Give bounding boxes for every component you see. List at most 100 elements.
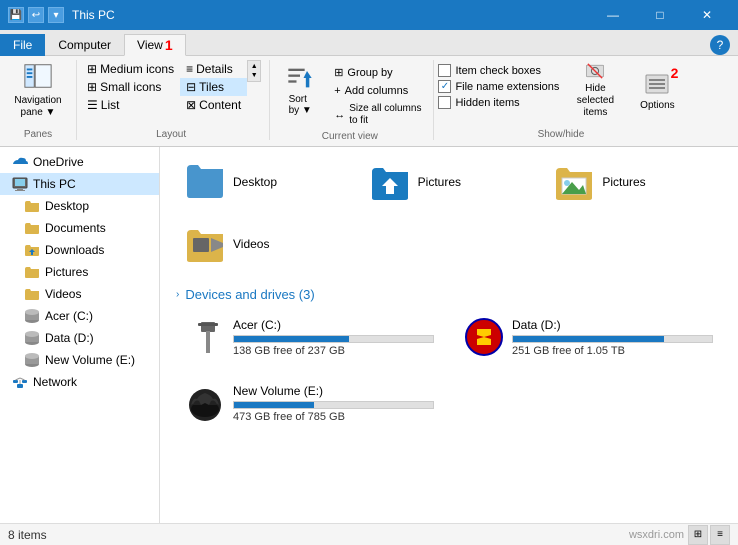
desktop-file-icon xyxy=(185,162,225,202)
file-item-videos[interactable]: Videos xyxy=(176,217,353,271)
close-button[interactable]: ✕ xyxy=(684,0,730,30)
tile-view-button[interactable]: ⊞ xyxy=(688,525,708,545)
nav-pane-icon xyxy=(22,61,54,91)
devices-drives-section-header[interactable]: › Devices and drives (3) xyxy=(176,287,722,302)
new-volume-e-icon xyxy=(185,383,225,423)
layout-list2: ≡ Details ⊟ Tiles ⊠ Content xyxy=(180,60,247,114)
size-columns-button[interactable]: ↔ Size all columnsto fit xyxy=(330,101,425,129)
list-view-button[interactable]: ≡ xyxy=(710,525,730,545)
drive-item-new-volume-e[interactable]: New Volume (E:) 473 GB free of 785 GB xyxy=(176,376,443,430)
sidebar-item-downloads[interactable]: Downloads xyxy=(0,239,159,261)
sidebar-item-documents[interactable]: Documents xyxy=(0,217,159,239)
new-volume-e-label: New Volume (E:) xyxy=(45,353,135,367)
options-button[interactable]: Options 2 xyxy=(631,60,683,120)
data-drive-icon xyxy=(24,330,40,346)
help-button[interactable]: ? xyxy=(710,35,730,55)
undo-icon[interactable]: ↩ xyxy=(28,7,44,23)
checkboxes-column: Item check boxes File name extensions Hi… xyxy=(438,64,559,109)
sort-by-button[interactable]: Sortby ▼ xyxy=(274,60,326,120)
sidebar-item-onedrive[interactable]: OneDrive xyxy=(0,151,159,173)
add-columns-icon: + xyxy=(334,85,340,97)
downloads-file-label: Pictures xyxy=(418,175,461,189)
acer-c-bar-fill xyxy=(234,336,349,342)
drive-item-data-d[interactable]: Data (D:) 251 GB free of 1.05 TB xyxy=(455,310,722,364)
acer-c-info: Acer (C:) 138 GB free of 237 GB xyxy=(233,318,434,357)
drive-item-acer-c[interactable]: Acer (C:) 138 GB free of 237 GB xyxy=(176,310,443,364)
tab-computer[interactable]: Computer xyxy=(45,34,124,56)
network-icon xyxy=(12,374,28,390)
new-volume-e-space: 473 GB free of 785 GB xyxy=(233,411,434,423)
sidebar-item-this-pc[interactable]: This PC xyxy=(0,173,159,195)
group-by-label: Group by xyxy=(347,67,392,79)
view-toggle-buttons: ⊞ ≡ xyxy=(688,525,730,545)
grid-icon: ⊞ xyxy=(87,62,97,76)
sidebar-item-acer-c[interactable]: Acer (C:) xyxy=(0,305,159,327)
tab-view-label: View xyxy=(137,38,163,52)
tab-file-label: File xyxy=(13,38,32,52)
item-check-boxes-toggle[interactable]: Item check boxes xyxy=(438,64,559,77)
down-arrow-icon[interactable]: ▾ xyxy=(48,7,64,23)
tiles-icon: ⊟ xyxy=(186,80,196,94)
sidebar-item-new-volume-e[interactable]: New Volume (E:) xyxy=(0,349,159,371)
layout-scroll-arrows[interactable]: ▲ ▼ xyxy=(247,60,261,82)
acer-c-label: Acer (C:) xyxy=(45,309,93,323)
data-d-name: Data (D:) xyxy=(512,318,713,332)
hidden-items-toggle[interactable]: Hidden items xyxy=(438,96,559,109)
tab-view-number: 1 xyxy=(165,37,173,53)
navigation-pane-button[interactable]: Navigationpane ▼ xyxy=(8,60,68,120)
details-icon: ≡ xyxy=(186,62,193,76)
maximize-button[interactable]: □ xyxy=(637,0,683,30)
layout-content[interactable]: ⊠ Content xyxy=(180,96,247,114)
sidebar-item-data-d[interactable]: Data (D:) xyxy=(0,327,159,349)
layout-details[interactable]: ≡ Details xyxy=(180,60,247,78)
sidebar-item-desktop[interactable]: Desktop xyxy=(0,195,159,217)
data-d-icon xyxy=(464,317,504,357)
new-volume-e-info: New Volume (E:) 473 GB free of 785 GB xyxy=(233,384,434,423)
acer-c-bar-bg xyxy=(233,335,434,343)
videos-folder-icon xyxy=(24,286,40,302)
sidebar-item-pictures[interactable]: Pictures xyxy=(0,261,159,283)
status-bar: 8 items wsxdri.com ⊞ ≡ xyxy=(0,523,738,545)
window-title: This PC xyxy=(72,8,590,22)
items-count: 8 items xyxy=(8,528,47,542)
acer-drive-icon xyxy=(24,308,40,324)
panes-group-label: Panes xyxy=(8,127,68,140)
sidebar-item-videos[interactable]: Videos xyxy=(0,283,159,305)
file-item-pictures[interactable]: Pictures xyxy=(545,155,722,209)
layout-tiles[interactable]: ⊟ Tiles xyxy=(180,78,247,96)
new-volume-e-bar-fill xyxy=(234,402,314,408)
panes-content: Navigationpane ▼ xyxy=(8,60,68,120)
minimize-button[interactable]: — xyxy=(590,0,636,30)
tab-file[interactable]: File xyxy=(0,34,45,56)
layout-list[interactable]: ☰ List xyxy=(81,96,180,114)
content-icon: ⊠ xyxy=(186,98,196,112)
layout-medium-icons[interactable]: ⊞ Medium icons xyxy=(81,60,180,78)
file-item-desktop[interactable]: Desktop xyxy=(176,155,353,209)
save-icon[interactable]: 💾 xyxy=(8,7,24,23)
data-d-info: Data (D:) 251 GB free of 1.05 TB xyxy=(512,318,713,357)
layout-small-icons[interactable]: ⊞ Small icons xyxy=(81,78,180,96)
section-toggle-icon: › xyxy=(176,289,179,300)
pictures-file-label: Pictures xyxy=(602,175,645,189)
layout-list: ⊞ Medium icons ⊞ Small icons ☰ List xyxy=(81,60,180,114)
add-columns-button[interactable]: + Add columns xyxy=(330,83,425,99)
show-hide-options: Item check boxes File name extensions Hi… xyxy=(438,60,683,120)
tab-computer-label: Computer xyxy=(58,38,111,52)
downloads-file-icon xyxy=(370,162,410,202)
file-item-downloads[interactable]: Pictures xyxy=(361,155,538,209)
desktop-label: Desktop xyxy=(45,199,89,213)
pc-icon xyxy=(12,176,28,192)
hide-selected-button[interactable]: Hide selecteditems xyxy=(567,60,623,120)
sidebar-item-network[interactable]: Network xyxy=(0,371,159,393)
group-by-button[interactable]: ⊞ Group by xyxy=(330,64,425,81)
downloads-label: Downloads xyxy=(45,243,104,257)
acer-c-icon xyxy=(185,317,225,357)
tab-view[interactable]: View 1 xyxy=(124,34,186,56)
ribbon-group-panes: Navigationpane ▼ Panes xyxy=(8,60,77,140)
pictures-folder-icon xyxy=(24,264,40,280)
ribbon-group-current-view: Sortby ▼ ⊞ Group by + Add columns ↔ xyxy=(274,60,434,140)
acer-c-space: 138 GB free of 237 GB xyxy=(233,345,434,357)
layout-group-label: Layout xyxy=(81,127,261,140)
file-name-ext-toggle[interactable]: File name extensions xyxy=(438,80,559,93)
current-view-label: Current view xyxy=(274,129,425,142)
